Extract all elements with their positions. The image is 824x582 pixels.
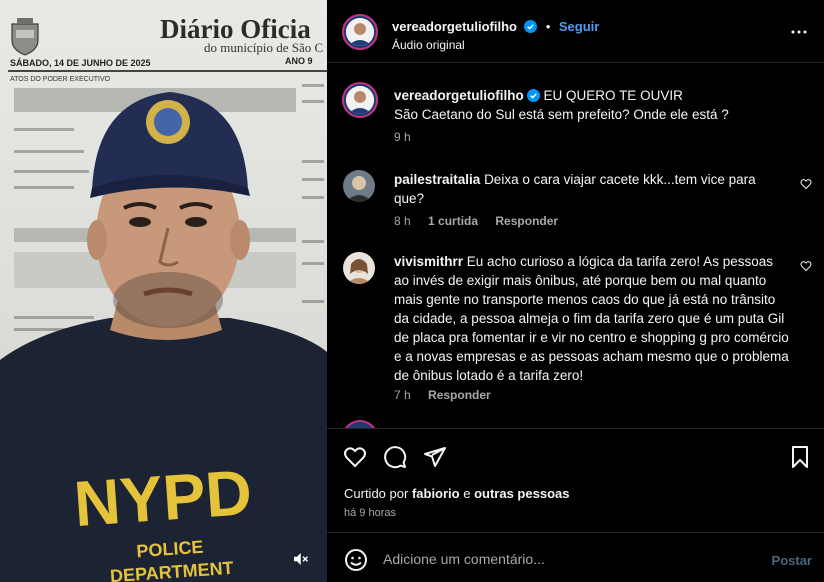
post-header: vereadorgetuliofilho • Seguir Áudio orig… bbox=[327, 0, 824, 63]
comments-list[interactable]: vereadorgetuliofilho EU QUERO TE OUVIR S… bbox=[327, 64, 824, 428]
reply-button[interactable]: Responder bbox=[495, 214, 558, 228]
post-actions bbox=[327, 428, 824, 484]
profile-photo-icon bbox=[346, 18, 374, 46]
separator-dot: • bbox=[545, 19, 551, 34]
svg-text:NYPD: NYPD bbox=[72, 456, 254, 540]
username-link[interactable]: vereadorgetuliofilho bbox=[392, 19, 517, 34]
emoji-icon[interactable] bbox=[344, 548, 368, 572]
instagram-post-modal: Diário Oficia do município de São C SÁBA… bbox=[0, 0, 824, 582]
bookmark-icon[interactable] bbox=[788, 445, 812, 469]
header-user-line: vereadorgetuliofilho • Seguir bbox=[392, 18, 599, 36]
verified-badge-icon bbox=[526, 89, 540, 102]
more-horizontal-icon[interactable] bbox=[790, 23, 808, 41]
avatar[interactable] bbox=[342, 82, 378, 118]
reel-video[interactable]: Diário Oficia do município de São C SÁBA… bbox=[0, 0, 327, 582]
comment-time: 7 h bbox=[394, 388, 411, 402]
other-likers-link[interactable]: outras pessoas bbox=[474, 486, 569, 501]
like-heart-icon[interactable] bbox=[343, 445, 367, 469]
comment-text: vivismithrr Eu acho curioso a lógica da … bbox=[394, 252, 789, 385]
like-heart-icon[interactable] bbox=[800, 178, 812, 190]
post-time[interactable]: há 9 horas bbox=[344, 507, 396, 519]
likes-conj: e bbox=[463, 486, 471, 501]
avatar[interactable] bbox=[342, 420, 378, 428]
comments-panel: vereadorgetuliofilho • Seguir Áudio orig… bbox=[327, 0, 824, 582]
comment-meta: 7 h Responder bbox=[394, 388, 505, 402]
caption-line-2: São Caetano do Sul está sem prefeito? On… bbox=[394, 107, 729, 122]
avatar[interactable] bbox=[342, 14, 378, 50]
post-button[interactable]: Postar bbox=[772, 553, 812, 568]
comment-meta: 8 h 1 curtida Responder bbox=[394, 214, 572, 228]
comment-likes[interactable]: 1 curtida bbox=[428, 214, 478, 228]
comment-text: pailestraitalia Deixa o cara viajar cace… bbox=[394, 170, 789, 208]
liker-username[interactable]: fabiorio bbox=[412, 486, 460, 501]
caption-meta: 9 h bbox=[394, 130, 425, 144]
profile-photo-icon bbox=[346, 86, 374, 114]
likes-prefix: Curtido por bbox=[344, 486, 409, 501]
comment-time: 8 h bbox=[394, 214, 411, 228]
follow-button[interactable]: Seguir bbox=[559, 19, 599, 34]
reply-button[interactable]: Responder bbox=[428, 388, 491, 402]
avatar[interactable] bbox=[343, 170, 375, 202]
caption-text: vereadorgetuliofilho EU QUERO TE OUVIR S… bbox=[394, 86, 789, 124]
comment-body: Eu acho curioso a lógica da tarifa zero!… bbox=[394, 254, 789, 383]
speaker-person: NYPD POLICE DEPARTMENT bbox=[0, 92, 327, 582]
verified-badge-icon bbox=[524, 20, 538, 33]
original-audio-link[interactable]: Áudio original bbox=[392, 38, 465, 52]
comment-bubble-icon[interactable] bbox=[383, 445, 407, 469]
profile-photo-icon bbox=[343, 170, 375, 202]
profile-photo-icon bbox=[343, 252, 375, 284]
caption-line-1: EU QUERO TE OUVIR bbox=[543, 88, 683, 103]
username-link[interactable]: vivismithrr bbox=[394, 254, 463, 269]
likes-summary: Curtido por fabiorio e outras pessoas bbox=[344, 486, 569, 501]
avatar[interactable] bbox=[343, 252, 375, 284]
muted-speaker-icon[interactable] bbox=[291, 550, 309, 568]
share-paper-plane-icon[interactable] bbox=[423, 445, 447, 469]
username-link[interactable]: pailestraitalia bbox=[394, 172, 480, 187]
username-link[interactable]: vereadorgetuliofilho bbox=[394, 88, 524, 103]
comment-input[interactable] bbox=[383, 547, 753, 571]
caption-time: 9 h bbox=[394, 130, 411, 144]
comment-composer: Postar bbox=[327, 532, 824, 582]
like-heart-icon[interactable] bbox=[800, 260, 812, 272]
